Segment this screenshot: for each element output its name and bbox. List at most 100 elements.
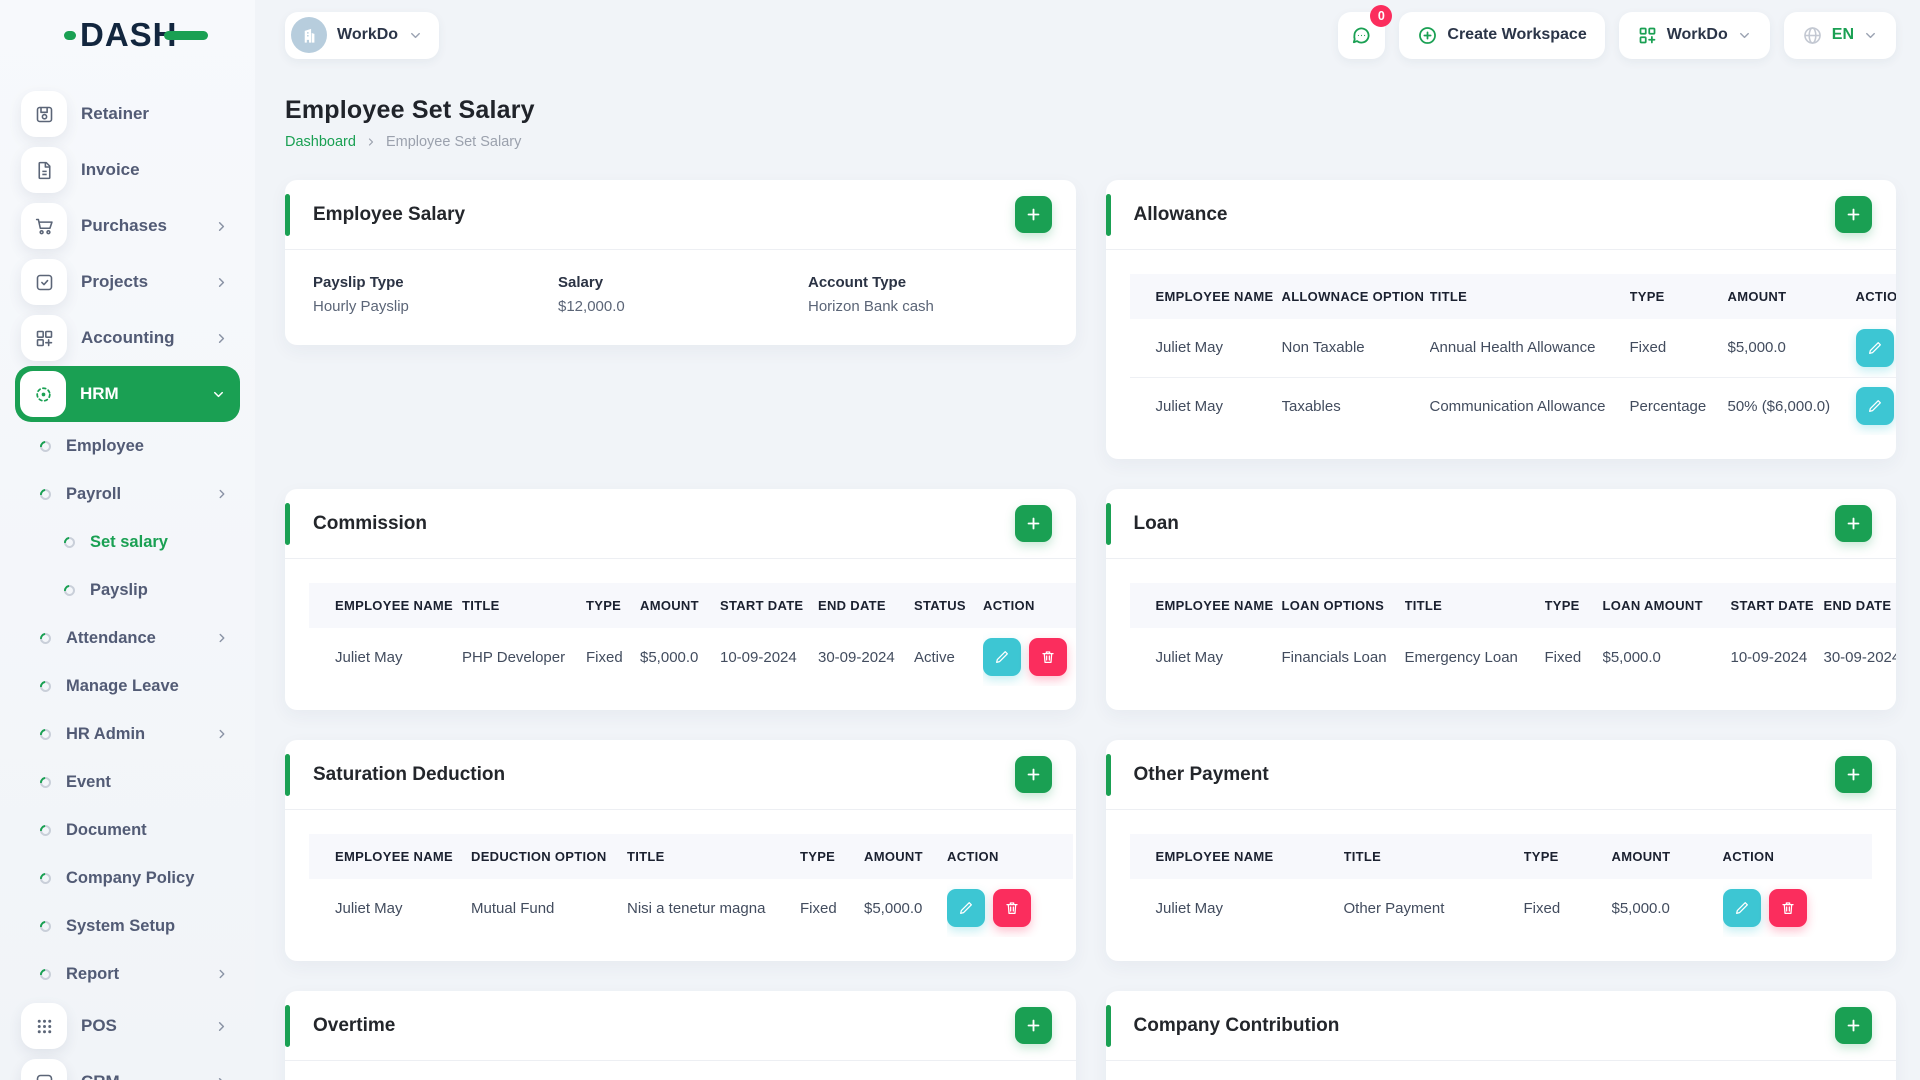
- globe-icon: [1802, 25, 1823, 46]
- bullet-icon: [37, 774, 54, 790]
- bullet-icon: [37, 438, 54, 454]
- edit-button[interactable]: [947, 889, 985, 927]
- edit-button[interactable]: [1855, 328, 1894, 367]
- status-text: Active: [914, 648, 955, 666]
- chevron-right-icon: [214, 275, 229, 290]
- page-header: Employee Set Salary Dashboard Employee S…: [285, 96, 1896, 150]
- edit-button[interactable]: [1855, 387, 1894, 426]
- dots-grid-icon: [21, 1003, 67, 1049]
- card-accent-bar: [1105, 1005, 1111, 1047]
- add-loan-button[interactable]: [1835, 505, 1872, 542]
- table-header-row: EMPLOYEE NAME ALLOWNACE OPTION TITLE TYP…: [1129, 274, 1896, 319]
- add-other-payment-button[interactable]: [1835, 756, 1872, 793]
- crm-icon: [21, 1059, 67, 1080]
- add-employee-salary-button[interactable]: [1014, 196, 1052, 233]
- company-switcher[interactable]: WorkDo: [285, 11, 440, 59]
- sidebar-item-crm[interactable]: CRM: [0, 1054, 255, 1080]
- check-square-icon: [21, 259, 67, 305]
- bullet-icon: [61, 534, 78, 550]
- card-accent-bar: [285, 1005, 290, 1047]
- breadcrumb: Dashboard Employee Set Salary: [285, 134, 1896, 150]
- main-content: WorkDo 0 Create Workspace WorkDo EN Empl…: [255, 0, 1920, 1080]
- circle-plus-icon: [1417, 25, 1438, 46]
- delete-button[interactable]: [993, 889, 1031, 927]
- sidebar-item-company-policy[interactable]: Company Policy: [0, 854, 255, 902]
- add-company-contribution-button[interactable]: [1835, 1007, 1872, 1044]
- sidebar-item-retainer[interactable]: Retainer: [0, 86, 255, 142]
- chevron-right-icon: [365, 136, 377, 148]
- add-commission-button[interactable]: [1014, 505, 1052, 542]
- sidebar-item-event[interactable]: Event: [0, 758, 255, 806]
- chevron-right-icon: [214, 219, 229, 234]
- sidebar-item-invoice[interactable]: Invoice: [0, 142, 255, 198]
- card-accent-bar: [1105, 754, 1111, 796]
- sidebar-item-payroll[interactable]: Payroll: [0, 470, 255, 518]
- breadcrumb-dashboard-link[interactable]: Dashboard: [285, 134, 356, 150]
- sidebar-item-report[interactable]: Report: [0, 950, 255, 998]
- language-selector[interactable]: EN: [1783, 11, 1896, 59]
- add-saturation-deduction-button[interactable]: [1014, 756, 1052, 793]
- create-workspace-button[interactable]: Create Workspace: [1399, 11, 1605, 59]
- employee-salary-summary: Payslip Type Hourly Payslip Salary $12,0…: [285, 250, 1076, 345]
- delete-button[interactable]: [1768, 889, 1807, 927]
- document-icon: [21, 147, 67, 193]
- card-accent-bar: [1105, 194, 1111, 236]
- commission-table: EMPLOYEE NAME TITLE TYPE AMOUNT START DA…: [309, 583, 1076, 686]
- other-payment-card: Other Payment EMPLOYEE NAME TITLE TYPE A…: [1105, 740, 1896, 961]
- hrm-icon: [20, 371, 66, 417]
- chevron-right-icon: [215, 631, 229, 645]
- card-title: Employee Salary: [313, 203, 466, 225]
- logo-dash-icon: [64, 30, 76, 40]
- app-switcher[interactable]: WorkDo: [1618, 11, 1770, 59]
- summary-field: Payslip Type Hourly Payslip: [313, 274, 409, 315]
- edit-button[interactable]: [983, 638, 1021, 676]
- chevron-down-icon: [408, 28, 423, 43]
- edit-button[interactable]: [1722, 889, 1761, 927]
- table-header-row: EMPLOYEE NAME DEDUCTION OPTION TITLE TYP…: [309, 834, 1073, 879]
- sidebar-item-accounting[interactable]: Accounting: [0, 310, 255, 366]
- sidebar-item-pos[interactable]: POS: [0, 998, 255, 1054]
- card-title: Other Payment: [1133, 763, 1269, 785]
- delete-button[interactable]: [1029, 638, 1067, 676]
- sidebar-item-set-salary[interactable]: Set salary: [0, 518, 255, 566]
- summary-field: Account Type Horizon Bank cash: [808, 274, 934, 315]
- grid-plus-icon: [21, 315, 67, 361]
- sidebar-item-system-setup[interactable]: System Setup: [0, 902, 255, 950]
- sidebar-item-projects[interactable]: Projects: [0, 254, 255, 310]
- chevron-right-icon: [214, 1075, 229, 1080]
- bullet-icon: [37, 630, 54, 646]
- sidebar-item-hr-admin[interactable]: HR Admin: [0, 710, 255, 758]
- allowance-table: EMPLOYEE NAME ALLOWNACE OPTION TITLE TYP…: [1129, 274, 1896, 435]
- messages-badge: 0: [1370, 4, 1393, 27]
- sidebar-item-document[interactable]: Document: [0, 806, 255, 854]
- saturation-deduction-table: EMPLOYEE NAME DEDUCTION OPTION TITLE TYP…: [309, 834, 1073, 937]
- app-logo[interactable]: DASH: [0, 0, 255, 70]
- add-overtime-button[interactable]: [1014, 1007, 1052, 1044]
- sidebar-item-attendance[interactable]: Attendance: [0, 614, 255, 662]
- sidebar-item-payslip[interactable]: Payslip: [0, 566, 255, 614]
- bullet-icon: [37, 678, 54, 694]
- sidebar-item-manage-leave[interactable]: Manage Leave: [0, 662, 255, 710]
- add-allowance-button[interactable]: [1835, 196, 1872, 233]
- messages-button[interactable]: 0: [1338, 4, 1393, 59]
- floppy-icon: [21, 91, 67, 137]
- overtime-card: Overtime: [285, 991, 1076, 1080]
- card-title: Saturation Deduction: [313, 763, 506, 785]
- table-row: Juliet May PHP Developer Fixed $5,000.0 …: [309, 628, 1076, 686]
- chevron-right-icon: [215, 487, 229, 501]
- company-name: WorkDo: [337, 26, 399, 43]
- table-header-row: EMPLOYEE NAME TITLE TYPE AMOUNT START DA…: [309, 583, 1076, 628]
- table-header-row: EMPLOYEE NAME LOAN OPTIONS TITLE TYPE LO…: [1129, 583, 1896, 628]
- sidebar-item-purchases[interactable]: Purchases: [0, 198, 255, 254]
- logo-bar-icon: [163, 30, 208, 40]
- summary-field: Salary $12,000.0: [558, 274, 625, 315]
- table-row: Juliet May Financials Loan Emergency Loa…: [1155, 648, 1897, 666]
- loan-table: EMPLOYEE NAME LOAN OPTIONS TITLE TYPE LO…: [1129, 583, 1897, 686]
- chevron-down-icon: [211, 387, 226, 402]
- sidebar-item-employee[interactable]: Employee: [0, 422, 255, 470]
- chevron-down-icon: [1863, 28, 1878, 43]
- chevron-right-icon: [214, 1019, 229, 1034]
- saturation-deduction-card: Saturation Deduction EMPLOYEE NAME DEDUC…: [285, 740, 1076, 961]
- sidebar-item-hrm[interactable]: HRM: [15, 366, 240, 422]
- grid-plus-icon: [1637, 25, 1658, 46]
